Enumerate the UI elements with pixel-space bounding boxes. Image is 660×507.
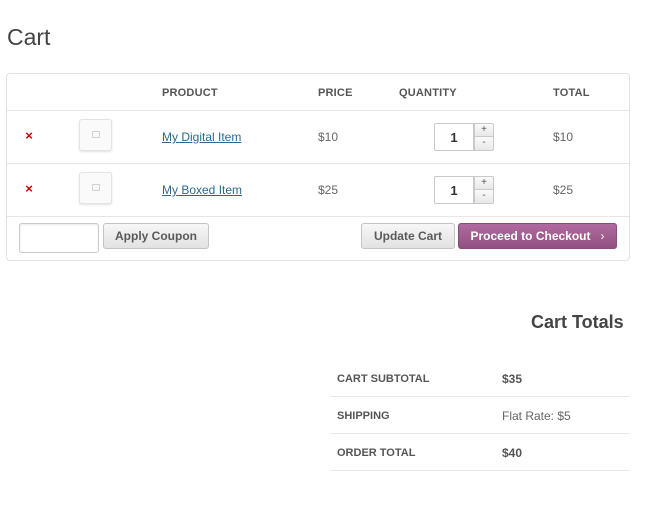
cart-table: PRODUCT PRICE QUANTITY TOTAL × My Digita… [6,73,630,261]
cart-table-header: PRODUCT PRICE QUANTITY TOTAL [7,74,629,111]
update-cart-button[interactable]: Update Cart [361,223,455,249]
header-price: PRICE [318,87,353,99]
coupon-code-input[interactable] [19,223,99,253]
image-placeholder-icon [92,131,100,138]
quantity-decrease-button[interactable]: - [474,137,494,151]
header-quantity: QUANTITY [399,87,457,99]
totals-label: SHIPPING [337,410,390,422]
totals-row-order-total: ORDER TOTAL $40 [330,434,630,471]
quantity-decrease-button[interactable]: - [474,190,494,204]
product-price: $10 [318,130,339,144]
product-thumbnail[interactable] [79,172,112,204]
totals-label: CART SUBTOTAL [337,373,430,385]
totals-value: $40 [502,446,523,460]
table-row: × My Digital Item $10 + - $10 [7,111,629,164]
cart-totals-title: Cart Totals [531,312,624,332]
checkout-button-label: Proceed to Checkout [470,229,591,243]
product-link[interactable]: My Digital Item [162,130,241,144]
quantity-increase-button[interactable]: + [474,123,494,137]
header-total: TOTAL [553,87,590,99]
proceed-to-checkout-button[interactable]: Proceed to Checkout › [458,223,617,249]
totals-value: $35 [502,372,523,386]
header-product: PRODUCT [162,87,218,99]
totals-label: ORDER TOTAL [337,447,416,459]
remove-item-icon[interactable]: × [23,182,35,195]
product-price: $25 [318,183,339,197]
table-row: × My Boxed Item $25 + - $25 [7,164,629,217]
totals-row-subtotal: CART SUBTOTAL $35 [330,360,630,397]
product-thumbnail[interactable] [79,119,112,151]
product-link[interactable]: My Boxed Item [162,183,242,197]
image-placeholder-icon [92,184,100,191]
line-total: $10 [553,130,574,144]
remove-item-icon[interactable]: × [23,129,35,142]
totals-value: Flat Rate: $5 [502,409,571,423]
quantity-input[interactable] [434,176,474,204]
chevron-right-icon: › [600,229,605,243]
quantity-stepper: + - [434,123,495,151]
page-title: Cart [7,24,51,50]
line-total: $25 [553,183,574,197]
quantity-input[interactable] [434,123,474,151]
quantity-increase-button[interactable]: + [474,176,494,190]
totals-row-shipping: SHIPPING Flat Rate: $5 [330,397,630,434]
quantity-stepper: + - [434,176,495,204]
apply-coupon-button[interactable]: Apply Coupon [103,223,209,249]
